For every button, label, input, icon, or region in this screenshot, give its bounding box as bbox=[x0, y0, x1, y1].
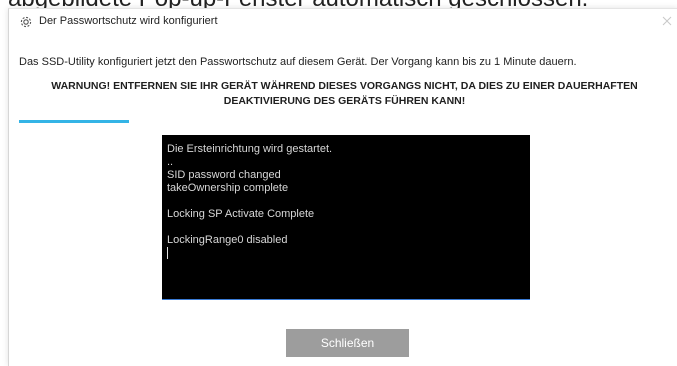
dialog-title: Der Passwortschutz wird konfiguriert bbox=[39, 15, 218, 27]
info-text: Das SSD-Utility konfiguriert jetzt den P… bbox=[19, 56, 577, 68]
close-button[interactable]: Schließen bbox=[286, 329, 409, 357]
console-line: takeOwnership complete bbox=[167, 182, 289, 194]
password-protection-dialog: Der Passwortschutz wird konfiguriert Das… bbox=[8, 8, 677, 366]
progress-fill bbox=[19, 120, 129, 123]
progress-bar bbox=[19, 120, 129, 123]
console-line: SID password changed bbox=[167, 169, 281, 181]
title-bar: Der Passwortschutz wird konfiguriert bbox=[9, 9, 677, 35]
text-cursor bbox=[167, 247, 168, 260]
console-line: .. bbox=[167, 156, 174, 168]
console-line: LockingRange0 disabled bbox=[167, 234, 288, 246]
close-icon[interactable] bbox=[659, 13, 675, 29]
console-line: Locking SP Activate Complete bbox=[167, 208, 315, 220]
console-output: Die Ersteinrichtung wird gestartet... SID… bbox=[162, 135, 530, 300]
gear-icon bbox=[19, 15, 33, 29]
warning-text: WARNUNG! ENTFERNEN SIE IHR GERÄT WÄHREND… bbox=[51, 80, 638, 107]
console-line: Die Ersteinrichtung wird gestartet. bbox=[167, 143, 333, 155]
